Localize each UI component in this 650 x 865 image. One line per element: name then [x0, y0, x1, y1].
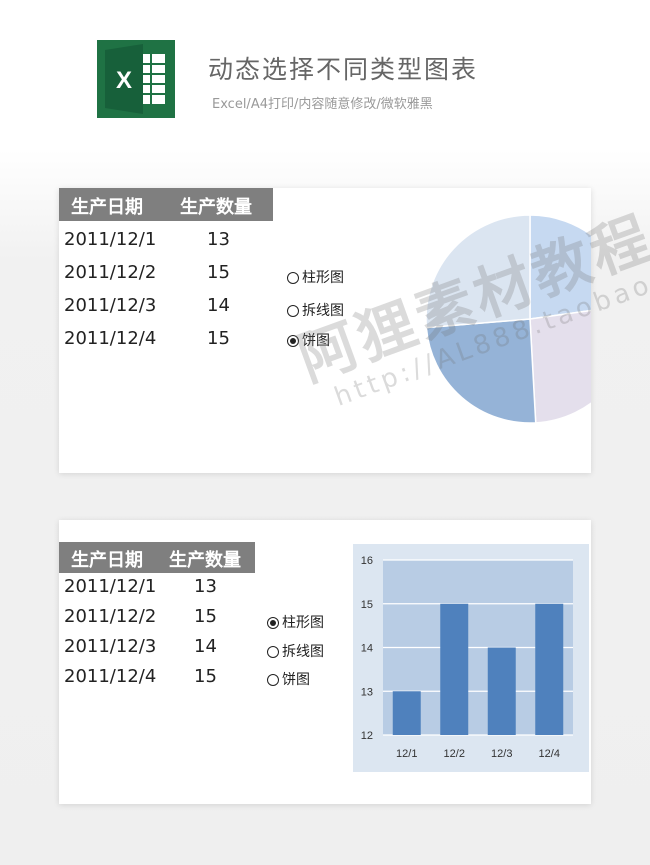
table-cell-qty: 14: [207, 295, 230, 316]
x-tick-label: 12/1: [396, 748, 417, 760]
table-cell-date: 2011/12/2: [64, 606, 157, 627]
page-title: 动态选择不同类型图表: [208, 55, 479, 84]
radio-selected-icon: [267, 617, 279, 629]
radio-label: 拆线图: [302, 303, 344, 319]
table-cell-qty: 13: [207, 229, 230, 250]
x-tick-label: 12/3: [491, 748, 512, 760]
pie-slice-12-4: [425, 214, 531, 329]
radio-bar-chart[interactable]: 柱形图: [267, 612, 324, 632]
table-cell-date: 2011/12/1: [64, 229, 157, 250]
table-header: 生产日期 生产数量: [59, 188, 273, 221]
table-cell-qty: 15: [194, 606, 217, 627]
column-header-qty: 生产数量: [180, 197, 252, 218]
radio-label: 饼图: [302, 333, 330, 349]
table-cell-qty: 15: [207, 262, 230, 283]
pie-chart: [425, 214, 591, 424]
y-tick-label: 13: [361, 686, 373, 698]
x-tick-label: 12/2: [444, 748, 465, 760]
pie-slice-12-3: [425, 318, 537, 424]
column-header-date: 生产日期: [71, 197, 143, 218]
table-cell-date: 2011/12/4: [64, 666, 157, 687]
column-header-qty: 生产数量: [169, 550, 241, 571]
bar-chart: 12 13 14 15 16 12/1 12/2 12/3 12/4: [353, 544, 589, 772]
radio-label: 柱形图: [302, 270, 344, 286]
logo-letter: X: [116, 67, 132, 94]
radio-pie-chart[interactable]: 饼图: [267, 669, 310, 689]
table-header: 生产日期 生产数量: [59, 542, 255, 573]
table-cell-qty: 14: [194, 636, 217, 657]
table-cell-date: 2011/12/4: [64, 328, 157, 349]
radio-circle-icon: [287, 305, 299, 317]
bar-chart-panel: 生产日期 生产数量 2011/12/1 13 2011/12/2 15 2011…: [59, 520, 591, 804]
radio-label: 拆线图: [282, 644, 324, 660]
table-cell-date: 2011/12/3: [64, 295, 157, 316]
bar-12-2: [440, 603, 469, 735]
radio-bar-chart[interactable]: 柱形图: [287, 267, 344, 287]
table-cell-date: 2011/12/1: [64, 576, 157, 597]
y-tick-label: 15: [361, 599, 373, 611]
bar-12-1: [392, 691, 421, 735]
radio-pie-chart[interactable]: 饼图: [287, 330, 330, 350]
table-cell-qty: 13: [194, 576, 217, 597]
radio-label: 饼图: [282, 672, 310, 688]
radio-line-chart[interactable]: 拆线图: [287, 300, 344, 320]
bar-12-3: [487, 647, 516, 735]
bar-12-4: [535, 603, 564, 735]
pie-chart-panel: 生产日期 生产数量 2011/12/1 13 2011/12/2 15 2011…: [59, 188, 591, 473]
table-cell-qty: 15: [207, 328, 230, 349]
excel-logo-icon: X: [97, 40, 175, 118]
table-cell-date: 2011/12/2: [64, 262, 157, 283]
table-cell-date: 2011/12/3: [64, 636, 157, 657]
radio-circle-icon: [287, 272, 299, 284]
radio-line-chart[interactable]: 拆线图: [267, 641, 324, 661]
radio-label: 柱形图: [282, 615, 324, 631]
table-cell-qty: 15: [194, 666, 217, 687]
radio-selected-icon: [287, 335, 299, 347]
radio-circle-icon: [267, 674, 279, 686]
radio-circle-icon: [267, 646, 279, 658]
pie-slice-12-2: [529, 309, 591, 424]
x-tick-label: 12/4: [539, 748, 560, 760]
y-tick-label: 14: [361, 643, 373, 655]
column-header-date: 生产日期: [71, 550, 143, 571]
y-tick-label: 12: [361, 730, 373, 742]
pie-slice-12-1: [529, 214, 591, 320]
page-subtitle: Excel/A4打印/内容随意修改/微软雅黑: [212, 97, 433, 112]
y-tick-label: 16: [361, 555, 373, 567]
